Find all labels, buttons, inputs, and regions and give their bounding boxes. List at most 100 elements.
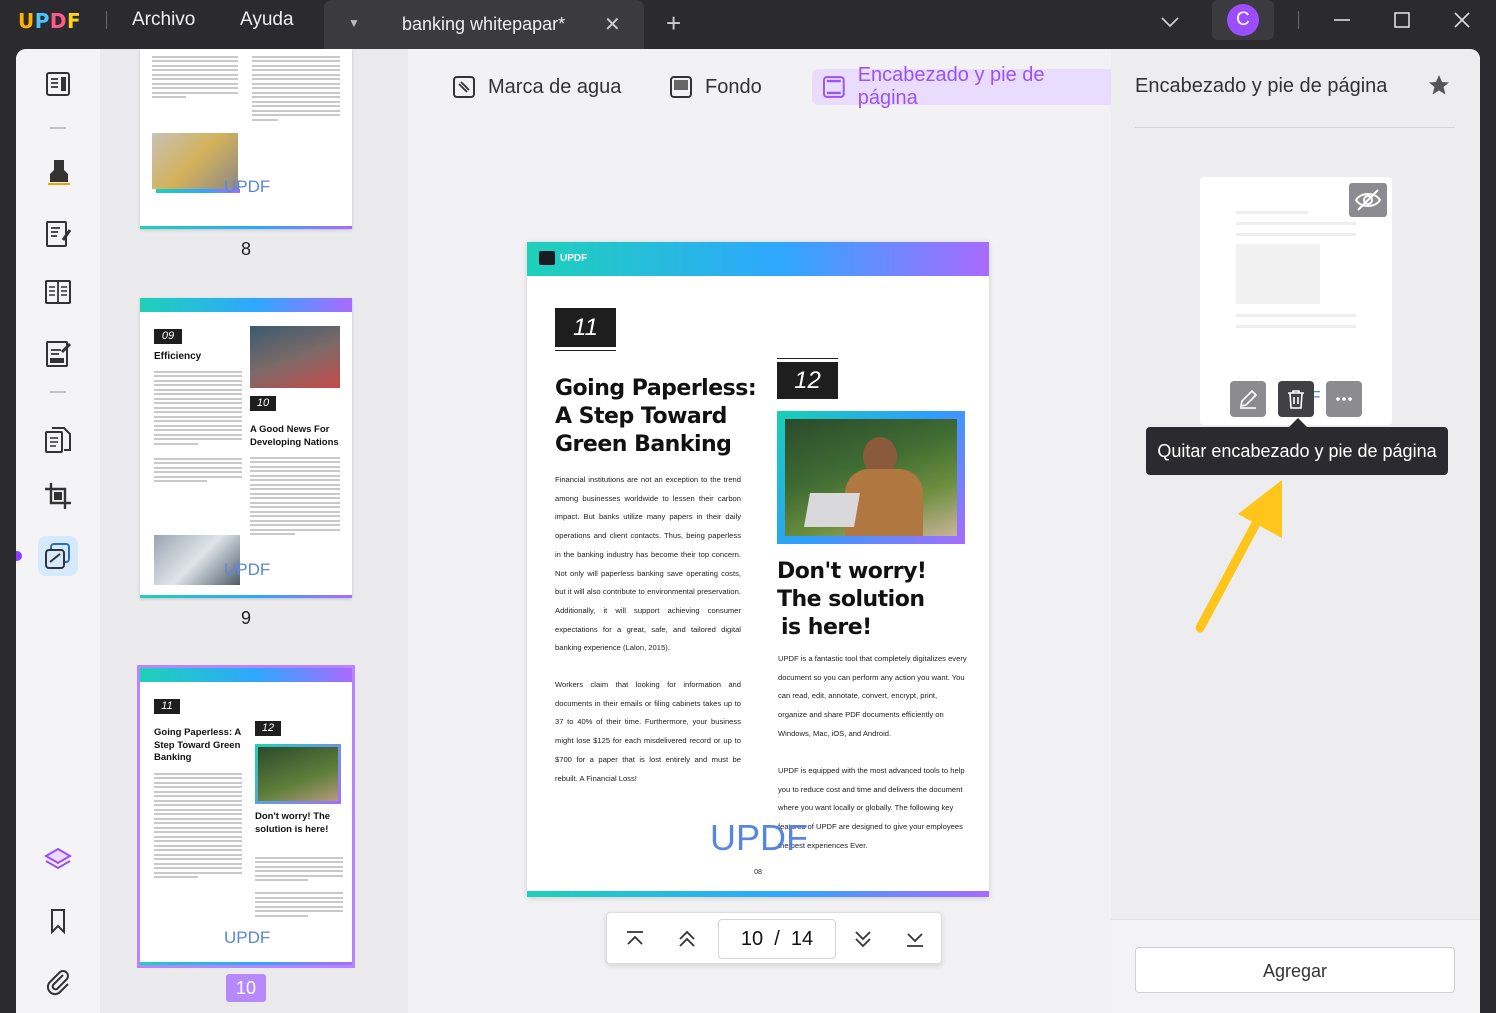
close-tab-icon[interactable]: ✕ bbox=[604, 12, 621, 37]
thumbnail-number-box: 12 bbox=[255, 721, 281, 736]
page-footer-bar bbox=[527, 891, 989, 897]
thumbnail-text bbox=[250, 454, 340, 538]
star-icon[interactable] bbox=[1427, 73, 1451, 102]
logo-mark-icon bbox=[539, 251, 555, 265]
organize-pages-icon[interactable] bbox=[38, 272, 78, 312]
page-header: UPDF bbox=[527, 242, 989, 276]
heading-right-line3: is here! bbox=[781, 615, 872, 640]
title-separator bbox=[1298, 11, 1299, 29]
comment-highlighter-icon[interactable] bbox=[38, 152, 78, 192]
title-separator bbox=[106, 11, 107, 29]
hide-eye-icon[interactable] bbox=[1349, 183, 1387, 217]
tab-background[interactable]: Fondo bbox=[659, 69, 772, 105]
thumbnail-footer-bar bbox=[140, 595, 352, 598]
delete-template-button[interactable] bbox=[1278, 381, 1314, 417]
thumbnail-heading: Efficiency bbox=[154, 351, 202, 362]
edit-template-button[interactable] bbox=[1230, 381, 1266, 417]
add-tab-icon[interactable]: + bbox=[666, 8, 681, 39]
background-icon bbox=[670, 76, 692, 98]
thumbnail-page-9[interactable]: 09 Efficiency 10 A Good News For Develop… bbox=[140, 298, 352, 598]
minimize-icon[interactable] bbox=[1330, 8, 1354, 37]
last-page-icon[interactable] bbox=[903, 927, 927, 951]
thumbnail-heading: Don't worry! The solution is here! bbox=[255, 811, 331, 835]
panel-divider bbox=[1135, 127, 1455, 128]
thumbnail-text bbox=[154, 770, 242, 881]
heading-left-line1: Going Paperless: bbox=[555, 376, 757, 401]
pencil-icon bbox=[1239, 389, 1258, 409]
watermark-icon bbox=[453, 76, 475, 98]
menu-ayuda[interactable]: Ayuda bbox=[240, 9, 294, 31]
attachment-icon[interactable] bbox=[38, 962, 78, 1002]
edit-pdf-icon[interactable] bbox=[38, 214, 78, 254]
trash-icon bbox=[1288, 390, 1304, 409]
section-number-overline bbox=[777, 358, 838, 359]
thumbnail-number-box: 11 bbox=[154, 699, 180, 714]
thumbnail-page-10[interactable]: 11 Going Paperless: A Step Toward Green … bbox=[137, 665, 355, 968]
next-page-icon[interactable] bbox=[851, 927, 875, 951]
bookmark-icon[interactable] bbox=[38, 901, 78, 941]
thumbnail-watermark: UPDF bbox=[224, 177, 271, 196]
document-view: Marca de agua Fondo Encabezado y pie de … bbox=[408, 49, 1117, 1013]
body-text-left-2: Workers claim that looking for informati… bbox=[555, 680, 741, 783]
panel-title: Encabezado y pie de página bbox=[1135, 75, 1388, 97]
panel-footer: Agregar bbox=[1111, 919, 1480, 1013]
thumbnail-page-8[interactable]: UPDF bbox=[140, 49, 352, 229]
avatar: C bbox=[1227, 4, 1259, 36]
section-number-right: 12 bbox=[777, 362, 838, 399]
updf-logo: UPDF bbox=[18, 9, 82, 33]
tab-watermark-label: Marca de agua bbox=[488, 75, 622, 98]
thumbnail-image-frame bbox=[255, 744, 341, 804]
section-number-left: 11 bbox=[555, 308, 616, 347]
thumbnails-panel: UPDF 8 09 Efficiency 10 A Good News For … bbox=[100, 49, 408, 1013]
tab-header-footer-label: Encabezado y pie de página bbox=[857, 64, 1045, 109]
thumbnail-header-bar bbox=[140, 298, 352, 312]
thumbnail-number-box: 09 bbox=[154, 329, 182, 344]
add-button[interactable]: Agregar bbox=[1135, 947, 1455, 993]
man-with-laptop-photo bbox=[785, 419, 957, 536]
thumbnail-text bbox=[255, 854, 343, 919]
heading-left-line3: Green Banking bbox=[555, 432, 732, 457]
page-number-input[interactable]: 10 / 14 bbox=[718, 919, 836, 959]
left-toolbar bbox=[16, 49, 100, 1013]
thumbnail-image bbox=[250, 326, 340, 388]
maximize-icon[interactable] bbox=[1390, 8, 1414, 37]
toolbar-separator bbox=[50, 391, 66, 393]
more-dots-icon bbox=[1336, 397, 1352, 401]
body-text-left: Financial institutions are not an except… bbox=[555, 475, 741, 653]
heading-right-line1: Don't worry! bbox=[777, 559, 927, 584]
tab-header-footer[interactable]: Encabezado y pie de página bbox=[812, 64, 1117, 109]
tab-background-label: Fondo bbox=[705, 75, 762, 98]
thumbnail-text bbox=[152, 53, 238, 101]
thumbnail-label: 9 bbox=[240, 608, 251, 628]
document-tab[interactable]: ▼ banking whitepapar* ✕ bbox=[324, 0, 644, 49]
page-tools-icon[interactable] bbox=[38, 420, 78, 460]
annotation-arrow-icon bbox=[1182, 470, 1302, 640]
body-text-right: UPDF is a fantastic tool that completely… bbox=[778, 654, 967, 738]
tab-dropdown-icon[interactable]: ▼ bbox=[348, 16, 360, 30]
photo-frame bbox=[777, 411, 965, 544]
active-tool-indicator bbox=[16, 551, 22, 561]
heading-left-line2: A Step Toward bbox=[555, 404, 727, 429]
more-options-button[interactable] bbox=[1326, 381, 1362, 417]
section-number-underline bbox=[555, 350, 616, 351]
layers-icon[interactable] bbox=[38, 840, 78, 880]
header-footer-icon bbox=[822, 76, 845, 98]
tab-watermark[interactable]: Marca de agua bbox=[442, 69, 631, 105]
menu-archivo[interactable]: Archivo bbox=[132, 9, 195, 31]
page-objects-icon[interactable] bbox=[38, 536, 78, 576]
chevron-down-icon[interactable] bbox=[1158, 10, 1182, 39]
page-number: 08 bbox=[754, 869, 762, 876]
thumbnail-footer-bar bbox=[140, 226, 352, 229]
close-window-icon[interactable] bbox=[1450, 8, 1474, 37]
crop-icon[interactable] bbox=[38, 476, 78, 516]
title-bar: UPDF Archivo Ayuda ▼ banking whitepapar*… bbox=[0, 0, 1496, 49]
first-page-icon[interactable] bbox=[623, 927, 647, 951]
form-sign-icon[interactable] bbox=[38, 334, 78, 374]
account-button[interactable]: C bbox=[1212, 0, 1274, 40]
thumbnail-heading: Going Paperless: A Step Toward Green Ban… bbox=[154, 727, 241, 763]
page-navigator: 10 / 14 bbox=[606, 912, 942, 964]
pdf-page[interactable]: UPDF 11 12 Going Paperless: A Step Towar… bbox=[527, 242, 989, 897]
thumbnail-footer-bar bbox=[140, 962, 352, 965]
reader-icon[interactable] bbox=[38, 64, 78, 104]
previous-page-icon[interactable] bbox=[675, 927, 699, 951]
